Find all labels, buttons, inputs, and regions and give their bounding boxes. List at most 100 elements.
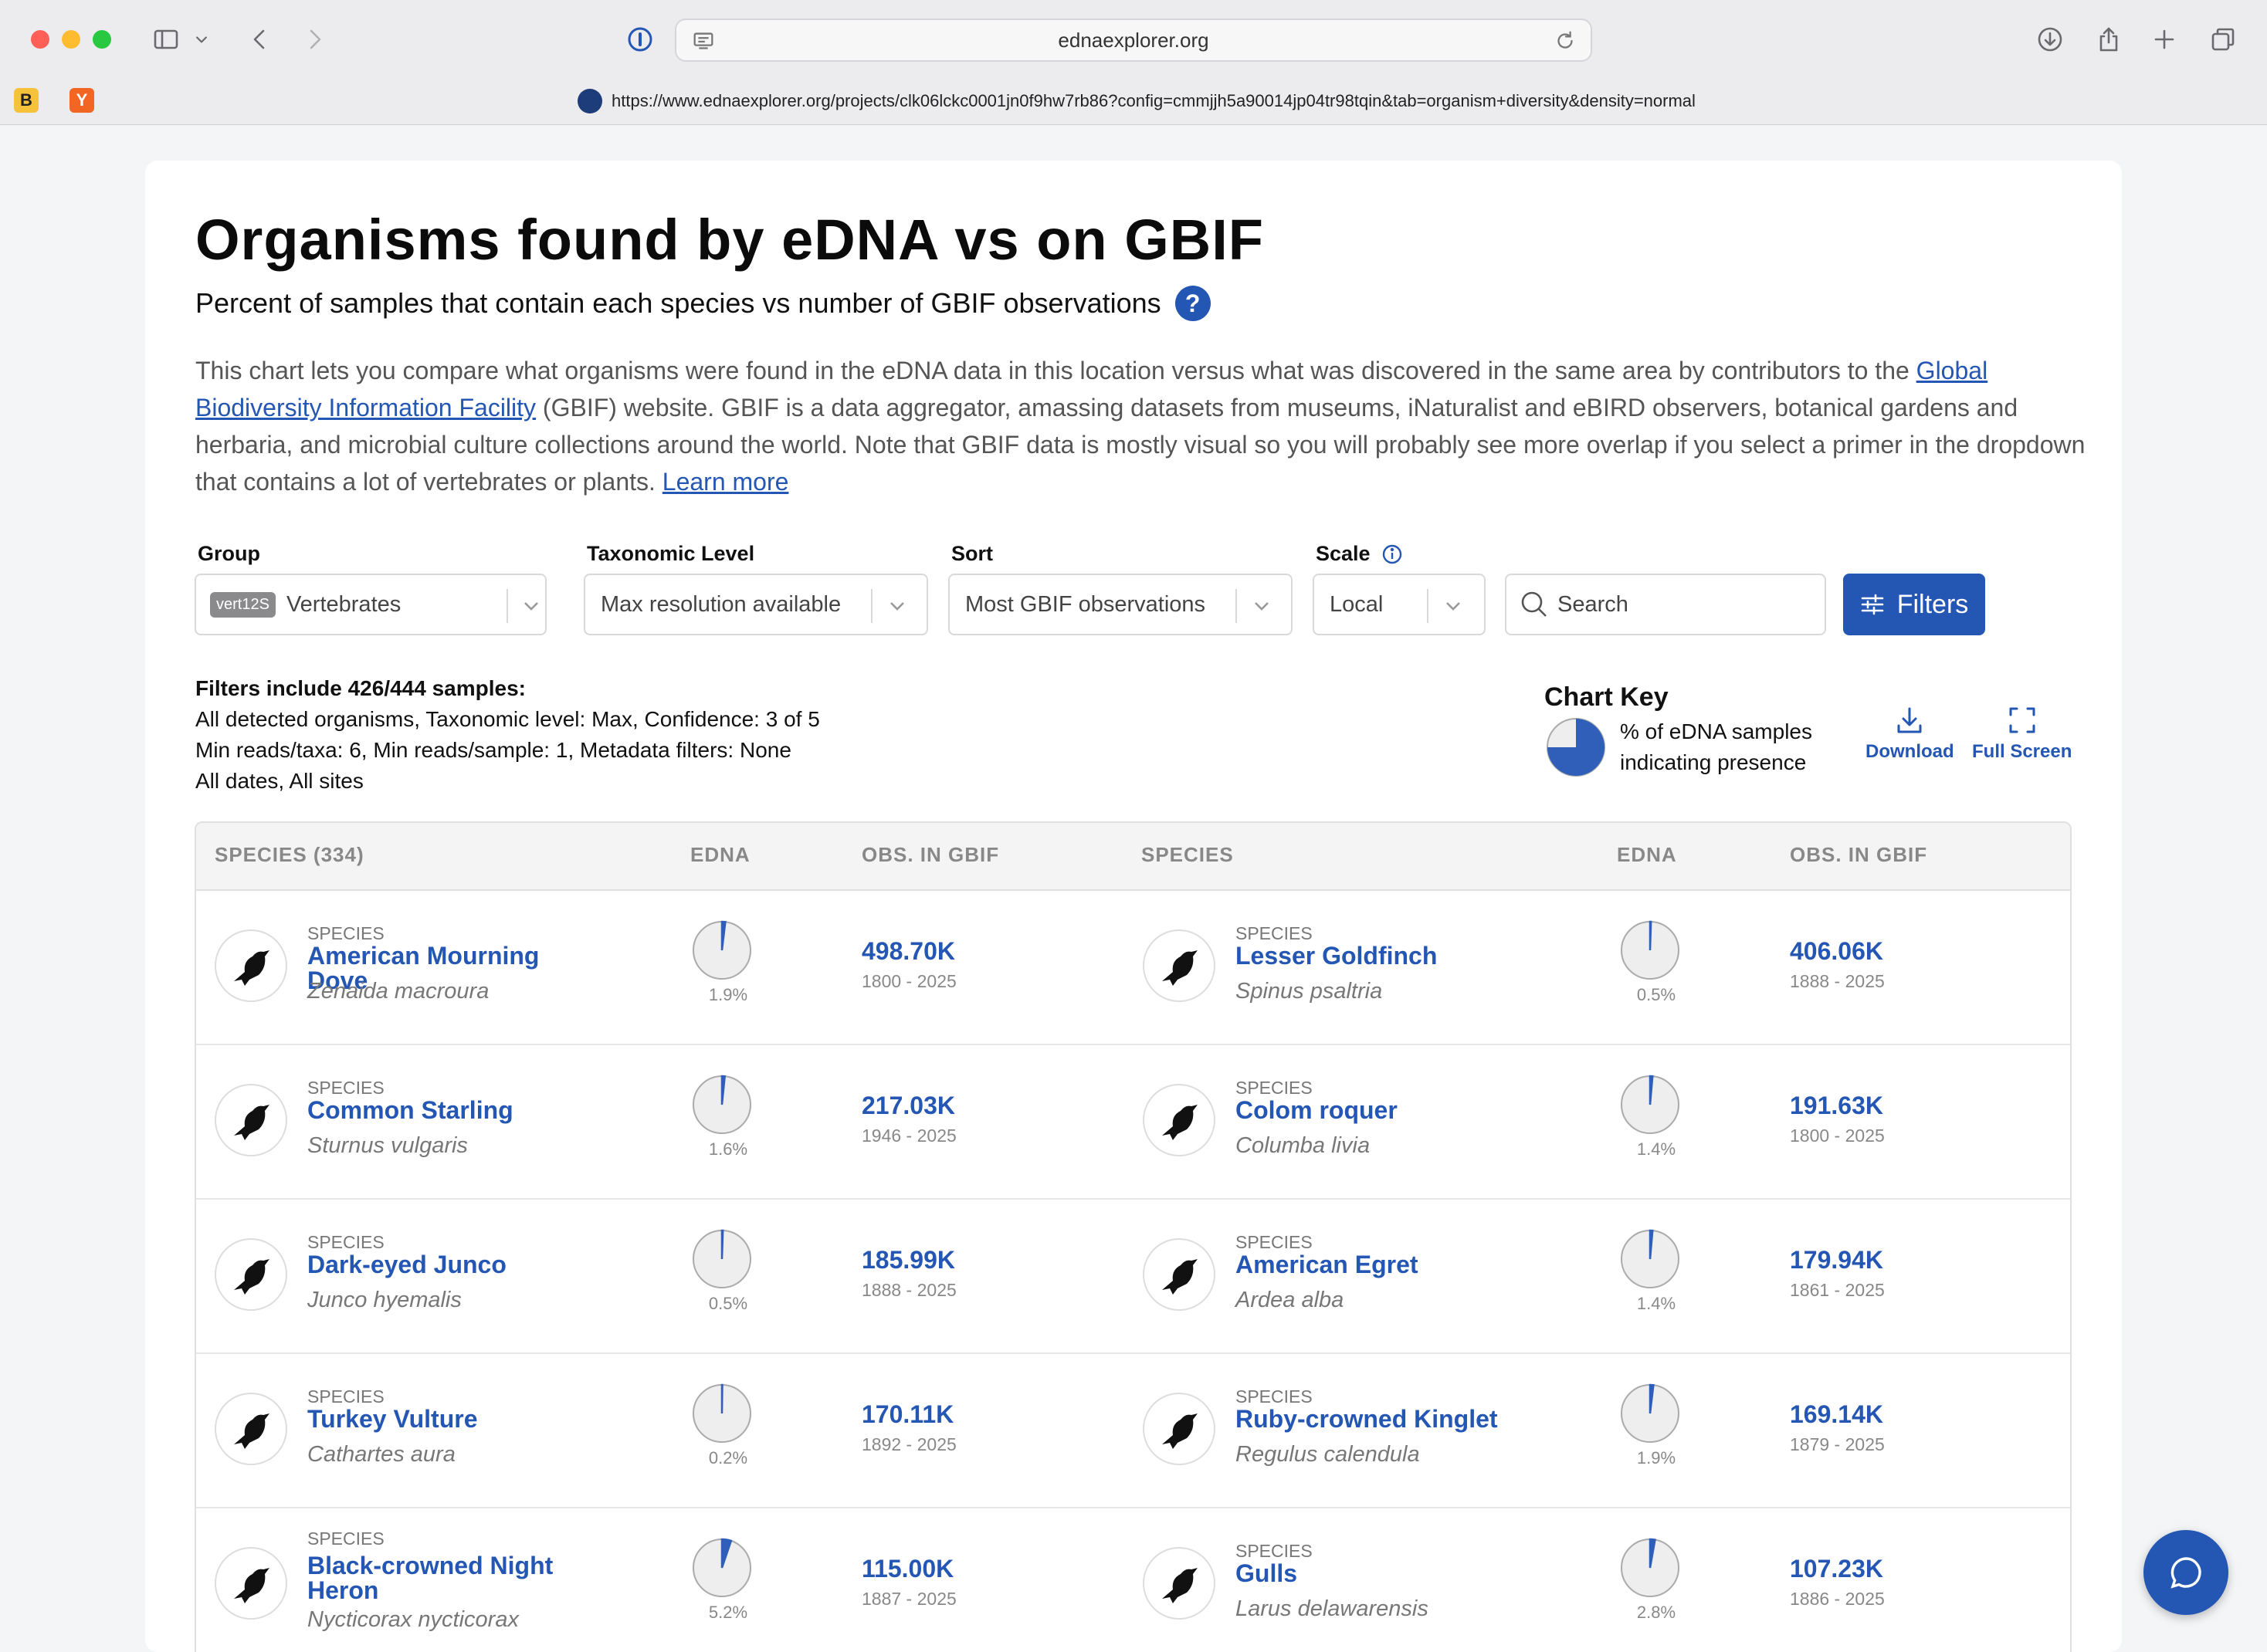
junco-icon[interactable] xyxy=(215,1238,287,1311)
summary-line-1: All detected organisms, Taxonomic level:… xyxy=(195,707,820,731)
kinglet-icon[interactable] xyxy=(1143,1393,1215,1465)
edna-pie-chart[interactable] xyxy=(690,1382,754,1445)
gbif-observations[interactable]: 115.00K xyxy=(862,1555,954,1583)
gbif-observations[interactable]: 217.03K xyxy=(862,1092,955,1120)
zoom-window-button[interactable] xyxy=(93,30,111,49)
species-name-link[interactable]: Ruby-crowned Kinglet xyxy=(1235,1407,1498,1431)
chevron-down-icon[interactable] xyxy=(190,20,213,59)
gbif-year-range: 1888 - 2025 xyxy=(862,1280,957,1300)
vulture-icon[interactable] xyxy=(215,1393,287,1465)
sort-select[interactable]: Most GBIF observations xyxy=(948,574,1293,635)
edna-pie-chart[interactable] xyxy=(1618,1536,1682,1600)
scientific-name: Regulus calendula xyxy=(1235,1442,1420,1467)
password-manager-icon[interactable] xyxy=(621,20,659,59)
pigeon-icon[interactable] xyxy=(1143,1084,1215,1156)
gbif-observations[interactable]: 107.23K xyxy=(1790,1555,1883,1583)
gbif-year-range: 1879 - 2025 xyxy=(1790,1434,1885,1454)
dove-icon[interactable] xyxy=(215,929,287,1002)
header-species[interactable]: SPECIES (334) xyxy=(215,843,364,867)
help-icon[interactable]: ? xyxy=(1174,286,1211,321)
chart-key-body: % of eDNA samples indicating presence xyxy=(1544,716,1812,779)
minimize-window-button[interactable] xyxy=(62,30,80,49)
reload-icon[interactable] xyxy=(1552,28,1578,54)
new-tab-icon[interactable] xyxy=(2145,20,2184,59)
gbif-observations[interactable]: 170.11K xyxy=(862,1400,954,1429)
address-bar[interactable]: ednaexplorer.org xyxy=(675,19,1592,62)
starling-icon[interactable] xyxy=(215,1084,287,1156)
address-text: ednaexplorer.org xyxy=(1058,28,1209,52)
chat-button[interactable] xyxy=(2143,1530,2228,1615)
scale-select[interactable]: Local xyxy=(1313,574,1486,635)
species-name-link[interactable]: Black-crowned Night Heron xyxy=(307,1553,570,1603)
header-species-2[interactable]: SPECIES xyxy=(1141,843,1234,867)
header-edna[interactable]: EDNA xyxy=(690,843,751,867)
group-label-text: Group xyxy=(198,542,260,565)
gbif-year-range: 1861 - 2025 xyxy=(1790,1280,1885,1300)
species-name-link[interactable]: Dark-eyed Junco xyxy=(307,1252,570,1277)
edna-percent-label: 2.8% xyxy=(1636,1603,1676,1622)
gbif-observations[interactable]: 179.94K xyxy=(1790,1246,1883,1275)
species-name-link[interactable]: Colom roquer xyxy=(1235,1098,1498,1122)
group-select[interactable]: vert12S Vertebrates xyxy=(195,574,547,635)
gbif-observations[interactable]: 185.99K xyxy=(862,1246,955,1275)
close-window-button[interactable] xyxy=(31,30,49,49)
desc-text-1: This chart lets you compare what organis… xyxy=(195,357,1916,384)
goldfinch-icon[interactable] xyxy=(1143,929,1215,1002)
header-obs[interactable]: OBS. IN GBIF xyxy=(862,843,999,867)
download-button[interactable]: Download xyxy=(1865,704,1954,763)
summary-heading: Filters include 426/444 samples: xyxy=(195,673,820,704)
share-icon[interactable] xyxy=(2089,20,2128,59)
search-input[interactable]: Search xyxy=(1505,574,1826,635)
chat-icon xyxy=(2170,1557,2201,1589)
edna-pie-chart[interactable] xyxy=(1618,1227,1682,1291)
chevron-down-icon xyxy=(886,595,908,617)
species-category: SPECIES xyxy=(1235,1078,1313,1098)
edna-pie-chart[interactable] xyxy=(690,1227,754,1291)
header-obs-2[interactable]: OBS. IN GBIF xyxy=(1790,843,1927,867)
bookmark-y[interactable]: Y xyxy=(69,88,94,113)
summary-line-3: All dates, All sites xyxy=(195,769,364,793)
gbif-observations[interactable]: 498.70K xyxy=(862,937,955,966)
edna-pie-chart[interactable] xyxy=(1618,1382,1682,1445)
chart-key-line-1: % of eDNA samples xyxy=(1620,719,1812,743)
taxonomic-level-select[interactable]: Max resolution available xyxy=(584,574,928,635)
filters-button[interactable]: Filters xyxy=(1843,574,1985,635)
learn-more-link[interactable]: Learn more xyxy=(662,468,789,496)
page-settings-icon[interactable] xyxy=(690,28,717,54)
gbif-observations[interactable]: 169.14K xyxy=(1790,1400,1883,1429)
downloads-icon[interactable] xyxy=(2031,20,2069,59)
sidebar-icon[interactable] xyxy=(147,20,185,59)
gbif-year-range: 1886 - 2025 xyxy=(1790,1589,1885,1609)
bookmark-b[interactable]: B xyxy=(14,88,39,113)
tab-overview-icon[interactable] xyxy=(2204,20,2242,59)
group-value: Vertebrates xyxy=(286,591,402,617)
table-header: SPECIES (334) EDNA OBS. IN GBIF SPECIES … xyxy=(196,823,2070,891)
species-name-link[interactable]: Gulls xyxy=(1235,1561,1498,1586)
edna-percent-label: 0.2% xyxy=(708,1448,748,1468)
heron-icon[interactable] xyxy=(215,1547,287,1620)
species-name-link[interactable]: American Egret xyxy=(1235,1252,1498,1277)
fullscreen-button[interactable]: Full Screen xyxy=(1972,704,2072,763)
info-icon[interactable] xyxy=(1381,543,1403,565)
gull-icon[interactable] xyxy=(1143,1547,1215,1620)
species-name-link[interactable]: Common Starling xyxy=(307,1098,570,1122)
filters-button-label: Filters xyxy=(1896,589,1969,619)
gbif-observations[interactable]: 191.63K xyxy=(1790,1092,1883,1120)
scientific-name: Junco hyemalis xyxy=(307,1288,462,1312)
header-edna-2[interactable]: EDNA xyxy=(1617,843,1677,867)
edna-pie-chart[interactable] xyxy=(1618,1073,1682,1136)
back-icon[interactable] xyxy=(241,20,280,59)
gbif-observations[interactable]: 406.06K xyxy=(1790,937,1883,966)
egret-icon[interactable] xyxy=(1143,1238,1215,1311)
species-name-link[interactable]: Lesser Goldfinch xyxy=(1235,943,1498,968)
download-label: Download xyxy=(1865,741,1954,762)
forward-icon[interactable] xyxy=(295,20,334,59)
edna-pie-chart[interactable] xyxy=(690,919,754,982)
species-name-link[interactable]: Turkey Vulture xyxy=(307,1407,570,1431)
species-table: SPECIES (334) EDNA OBS. IN GBIF SPECIES … xyxy=(195,821,2072,1652)
gbif-year-range: 1887 - 2025 xyxy=(862,1589,957,1609)
edna-pie-chart[interactable] xyxy=(690,1536,754,1600)
edna-pie-chart[interactable] xyxy=(690,1073,754,1136)
edna-pie-chart[interactable] xyxy=(1618,919,1682,982)
chevron-down-icon xyxy=(520,595,542,617)
